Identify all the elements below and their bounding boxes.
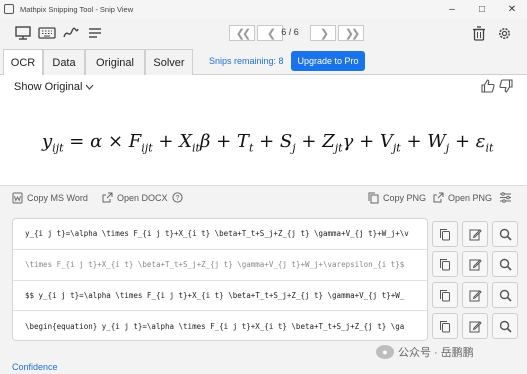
results-list: y_{i j t}=\alpha \times F_{i j t}+X_{i t…	[12, 218, 428, 341]
last-snip-button[interactable]: ❯❯	[338, 25, 364, 41]
copy-icon	[440, 289, 450, 301]
rendered-formula: yijt = α × Fijt + Xitβ + Tt + Sj + Zjtγ …	[42, 131, 494, 155]
copy-button[interactable]	[432, 221, 458, 247]
feedback-group	[481, 79, 513, 93]
row-buttons-1	[432, 221, 520, 247]
edit-button[interactable]	[462, 251, 488, 277]
watermark: ● 公众号 · 岳鹏鹏	[376, 344, 474, 360]
tab-row: OCR Data Original Solver Snips remaining…	[0, 49, 527, 76]
open-png-button[interactable]: Open PNG	[433, 192, 492, 203]
maximize-button[interactable]: □	[467, 0, 497, 18]
thumbs-up-icon[interactable]	[481, 79, 495, 93]
chevron-down-icon	[86, 84, 94, 90]
copy-icon	[440, 320, 450, 332]
search-icon	[499, 289, 512, 302]
action-row: Copy MS Word Open DOCX ? Copy PNG Open P…	[0, 185, 527, 209]
copy-icon	[440, 228, 450, 240]
confidence-label: Confidence	[12, 362, 58, 372]
copy-ms-word-button[interactable]: Copy MS Word	[12, 192, 88, 204]
search-button[interactable]	[492, 221, 518, 247]
title-bar: Mathpix Snipping Tool - Snip View – □ ✕	[0, 0, 527, 18]
minimize-button[interactable]: –	[437, 0, 467, 18]
sliders-icon	[500, 192, 511, 203]
toolbar: ❮❮ ❮ 6 / 6 ❯ ❯❯	[0, 18, 527, 48]
watermark-text: 公众号 · 岳鹏鹏	[398, 347, 474, 359]
word-icon	[12, 192, 23, 204]
tab-data[interactable]: Data	[43, 49, 85, 75]
open-png-label: Open PNG	[448, 192, 493, 203]
row-buttons-2	[432, 251, 520, 277]
open-docx-label: Open DOCX	[117, 192, 168, 203]
help-icon[interactable]: ?	[171, 192, 183, 203]
search-button[interactable]	[492, 282, 518, 308]
search-button[interactable]	[492, 313, 518, 339]
search-icon	[499, 320, 512, 333]
show-original-label: Show Original	[14, 81, 83, 93]
copy-png-button[interactable]: Copy PNG	[368, 192, 426, 204]
svg-text:?: ?	[175, 195, 179, 202]
open-external-icon	[102, 192, 113, 203]
tab-ocr[interactable]: OCR	[3, 49, 43, 76]
result-row-inline[interactable]: \times F_{i j t}+X_{i t} \beta+T_t+S_j+Z…	[13, 250, 427, 281]
app-icon	[4, 4, 14, 14]
edit-icon	[469, 258, 482, 270]
window-title: Mathpix Snipping Tool - Snip View	[20, 4, 134, 14]
thumbs-down-icon[interactable]	[499, 79, 513, 93]
tab-original[interactable]: Original	[85, 49, 145, 75]
edit-button[interactable]	[462, 221, 488, 247]
rendered-preview: Show Original yijt = α × Fijt + Xitβ + T…	[0, 75, 527, 185]
copy-button[interactable]	[432, 251, 458, 277]
result-row-display[interactable]: $$ y_{i j t}=\alpha \times F_{i j t}+X_{…	[13, 281, 427, 312]
row-buttons-3	[432, 282, 520, 308]
copy-icon	[368, 192, 379, 204]
open-docx-button[interactable]: Open DOCX ?	[102, 192, 183, 203]
copy-button[interactable]	[432, 313, 458, 339]
window-controls: – □ ✕	[437, 0, 527, 18]
list-icon[interactable]	[85, 23, 105, 43]
edit-button[interactable]	[462, 313, 488, 339]
format-settings-button[interactable]	[499, 192, 512, 203]
screenshot-icon[interactable]	[13, 23, 33, 43]
open-external-icon	[433, 192, 444, 203]
edit-icon	[469, 320, 482, 332]
search-icon	[499, 228, 512, 241]
wechat-icon: ●	[376, 345, 394, 359]
copy-button[interactable]	[432, 282, 458, 308]
nav-forward-group: ❯ ❯❯	[310, 25, 364, 41]
result-row-latex[interactable]: y_{i j t}=\alpha \times F_{i j t}+X_{i t…	[13, 219, 427, 250]
snips-remaining: Snips remaining: 8	[209, 56, 284, 66]
show-original-dropdown[interactable]: Show Original	[14, 81, 94, 93]
page-indicator: 6 / 6	[281, 27, 299, 37]
row-buttons-4	[432, 313, 520, 339]
search-button[interactable]	[492, 251, 518, 277]
tab-solver[interactable]: Solver	[145, 49, 193, 75]
edit-button[interactable]	[462, 282, 488, 308]
first-snip-button[interactable]: ❮❮	[229, 25, 255, 41]
keyboard-icon[interactable]	[37, 23, 57, 43]
trash-icon[interactable]	[469, 23, 489, 43]
upgrade-button[interactable]: Upgrade to Pro	[291, 51, 365, 71]
copy-png-label: Copy PNG	[383, 193, 427, 203]
gear-icon[interactable]	[494, 23, 514, 43]
edit-icon	[469, 228, 482, 240]
handwriting-icon[interactable]	[61, 23, 81, 43]
next-snip-button[interactable]: ❯	[310, 25, 336, 41]
edit-icon	[469, 289, 482, 301]
close-button[interactable]: ✕	[497, 0, 527, 18]
result-row-equation[interactable]: \begin{equation} y_{i j t}=\alpha \times…	[13, 311, 427, 340]
copy-ms-word-label: Copy MS Word	[27, 193, 88, 203]
search-icon	[499, 258, 512, 271]
copy-icon	[440, 258, 450, 270]
